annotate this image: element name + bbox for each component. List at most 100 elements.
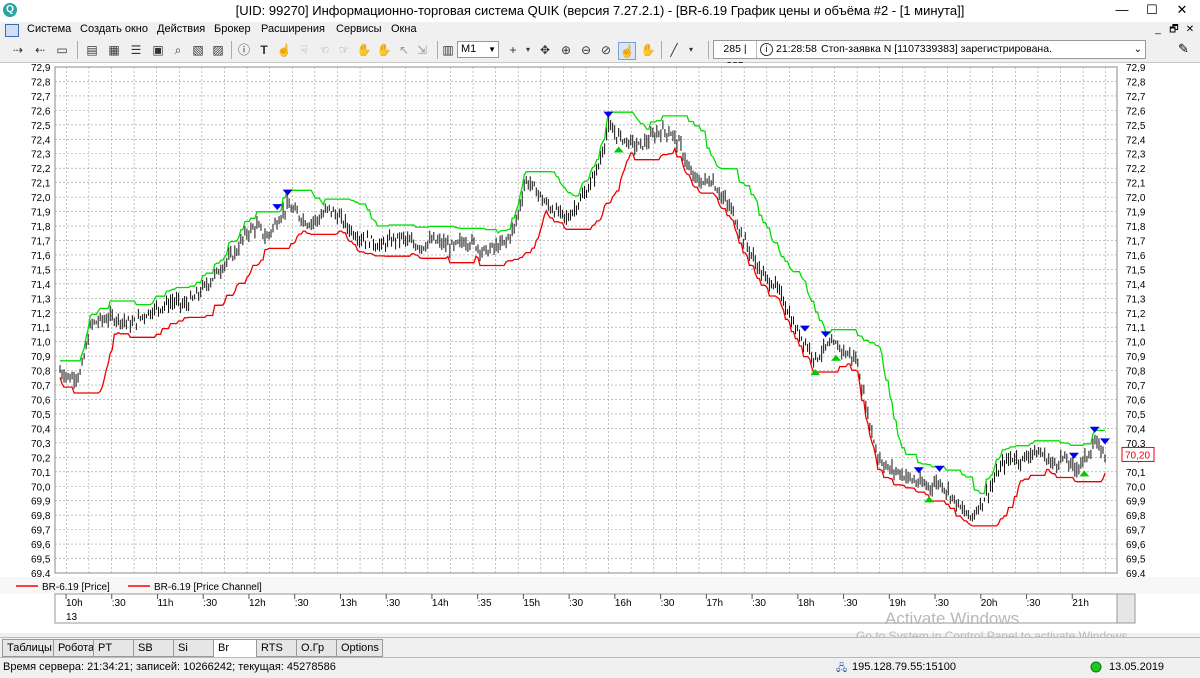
fit-icon[interactable]: ⊘ (598, 42, 614, 58)
chart-icon[interactable]: ▥ (440, 42, 456, 58)
legend-label: BR-6.19 [Price Channel] (154, 582, 262, 593)
y-tick-label-left: 70,5 (31, 410, 51, 421)
timeframe-select[interactable]: M1 ▼ (457, 41, 499, 58)
message-box[interactable]: 285 | 285 i 21:28:58 Стоп-заявка N [1107… (713, 40, 1146, 72)
hand-left-icon[interactable]: ☜ (316, 42, 332, 58)
pan-hand-icon[interactable]: ✋ (640, 42, 656, 58)
legend-label: BR-6.19 [Price] (42, 582, 110, 593)
price-chart-window[interactable]: 72,9 72,9 72,8 72,8 72,7 72,7 72,6 72,6 72,5 72,5… (0, 63, 1200, 633)
minimize-button[interactable]: — (1107, 0, 1137, 22)
chevron-down-icon[interactable]: ⌄ (1134, 41, 1142, 58)
x-tick-label: :30 (112, 598, 126, 609)
pin-icon[interactable]: ⇢ (10, 42, 26, 58)
tab-o-gr[interactable]: О.Гр (296, 639, 337, 657)
crosshair-dropdown-icon[interactable]: ▾ (520, 42, 536, 58)
window-title: [UID: 99270] Информационно-торговая сист… (235, 3, 965, 18)
tab-sb[interactable]: SB (133, 639, 174, 657)
y-tick-label-left: 72,2 (31, 164, 51, 175)
connection-address: 195.128.79.55:15100 (852, 661, 956, 673)
tab-tables[interactable]: Таблицы (2, 639, 54, 657)
maximize-button[interactable]: ☐ (1137, 0, 1167, 22)
pin-left-icon[interactable]: ⇠ (32, 42, 48, 58)
y-tick-label-left: 70,2 (31, 453, 51, 464)
y-tick-label-left: 71,6 (31, 251, 51, 262)
y-tick-label-left: 70,6 (31, 396, 51, 407)
crosshair-icon[interactable]: + (505, 42, 521, 58)
line-tool-dropdown-icon[interactable]: ▾ (683, 42, 699, 58)
search-table-icon[interactable]: ⌕ (170, 42, 186, 58)
pen-icon[interactable]: ✎ (1178, 41, 1189, 57)
x-tick-label: :30 (661, 598, 675, 609)
tab-robota[interactable]: Робота (53, 639, 94, 657)
connected-icon (1090, 661, 1102, 676)
x-tick-label: :30 (203, 598, 217, 609)
quotes-icon[interactable]: ▦ (106, 42, 122, 58)
last-price-label: 70,20 (1125, 450, 1150, 461)
zoom-in-icon[interactable]: ⊕ (558, 42, 574, 58)
info-icon[interactable]: ⓘ (236, 42, 252, 58)
menu-system[interactable]: Система (27, 23, 71, 35)
y-tick-label-right: 69,7 (1126, 526, 1146, 537)
x-tick-label: 18h (798, 598, 815, 609)
mdi-restore-button[interactable]: 🗗 (1167, 23, 1181, 36)
pointer-hand-icon[interactable]: ☝ (618, 42, 636, 60)
y-tick-label-left: 71,2 (31, 309, 51, 320)
ruler-icon[interactable]: ⇲ (414, 42, 430, 58)
tab-si[interactable]: Si (173, 639, 214, 657)
y-tick-label-left: 72,0 (31, 193, 51, 204)
tab-rts[interactable]: RTS (256, 639, 297, 657)
tab-br[interactable]: Br (213, 639, 257, 657)
hand-down-icon[interactable]: ☟ (296, 42, 312, 58)
y-tick-label-right: 72,8 (1126, 77, 1146, 88)
menu-broker[interactable]: Брокер (214, 23, 251, 35)
y-tick-label-right: 72,0 (1126, 193, 1146, 204)
status-message: Стоп-заявка N [1107339383] зарегистриров… (821, 43, 1052, 55)
y-tick-label-left: 72,5 (31, 121, 51, 132)
x-tick-label: :30 (844, 598, 858, 609)
menu-services[interactable]: Сервисы (336, 23, 382, 35)
x-tick-label: 17h (706, 598, 723, 609)
menu-actions[interactable]: Действия (157, 23, 205, 35)
hand-right-icon[interactable]: ☞ (336, 42, 352, 58)
table-icon[interactable]: ▤ (84, 42, 100, 58)
menu-windows[interactable]: Окна (391, 23, 417, 35)
x-tick-label: 14h (432, 598, 449, 609)
y-tick-label-left: 71,3 (31, 294, 51, 305)
y-tick-label-left: 72,7 (31, 92, 51, 103)
y-tick-label-left: 72,4 (31, 135, 51, 146)
x-tick-label: 21h (1072, 598, 1089, 609)
y-tick-label-right: 70,1 (1126, 468, 1146, 479)
mdi-minimize-button[interactable]: _ (1151, 23, 1165, 36)
window-menu-icon[interactable] (5, 24, 19, 37)
y-tick-label-left: 70,4 (31, 424, 51, 435)
y-tick-label-right: 72,6 (1126, 106, 1146, 117)
trades-icon[interactable]: ▣ (150, 42, 166, 58)
x-tick-label: 15h (523, 598, 540, 609)
menu-create-window[interactable]: Создать окно (80, 23, 148, 35)
close-button[interactable]: ✕ (1167, 0, 1197, 22)
x-day-label: 13 (66, 612, 78, 623)
price-chart[interactable]: 72,9 72,9 72,8 72,8 72,7 72,7 72,6 72,6 72,5 72,5… (0, 63, 1200, 633)
move-icon[interactable]: ✥ (537, 42, 553, 58)
portfolio-icon[interactable]: ▧ (190, 42, 206, 58)
cursor-icon[interactable]: ↖ (396, 42, 412, 58)
orders-icon[interactable]: ☰ (128, 42, 144, 58)
y-tick-label-left: 70,9 (31, 352, 51, 363)
text-tool-icon[interactable]: T (256, 42, 272, 58)
tab-pt[interactable]: PT (93, 639, 134, 657)
limits-icon[interactable]: ▨ (210, 42, 226, 58)
x-tick-label: :35 (478, 598, 492, 609)
grab-icon[interactable]: ✋ (356, 42, 372, 58)
tab-options[interactable]: Options (336, 639, 383, 657)
y-tick-label-right: 69,5 (1126, 555, 1146, 566)
y-tick-label-right: 72,4 (1126, 135, 1146, 146)
line-tool-icon[interactable]: ╱ (666, 42, 682, 58)
chevron-down-icon: ▼ (488, 45, 496, 54)
zoom-out-icon[interactable]: ⊖ (578, 42, 594, 58)
menu-extensions[interactable]: Расширения (261, 23, 325, 35)
mdi-close-button[interactable]: ✕ (1183, 23, 1197, 36)
hand-up-icon[interactable]: ☝ (276, 42, 292, 58)
new-window-icon[interactable]: ▭ (54, 42, 70, 58)
stop-icon[interactable]: ✋ (376, 42, 392, 58)
y-tick-label-left: 72,9 (31, 63, 51, 74)
